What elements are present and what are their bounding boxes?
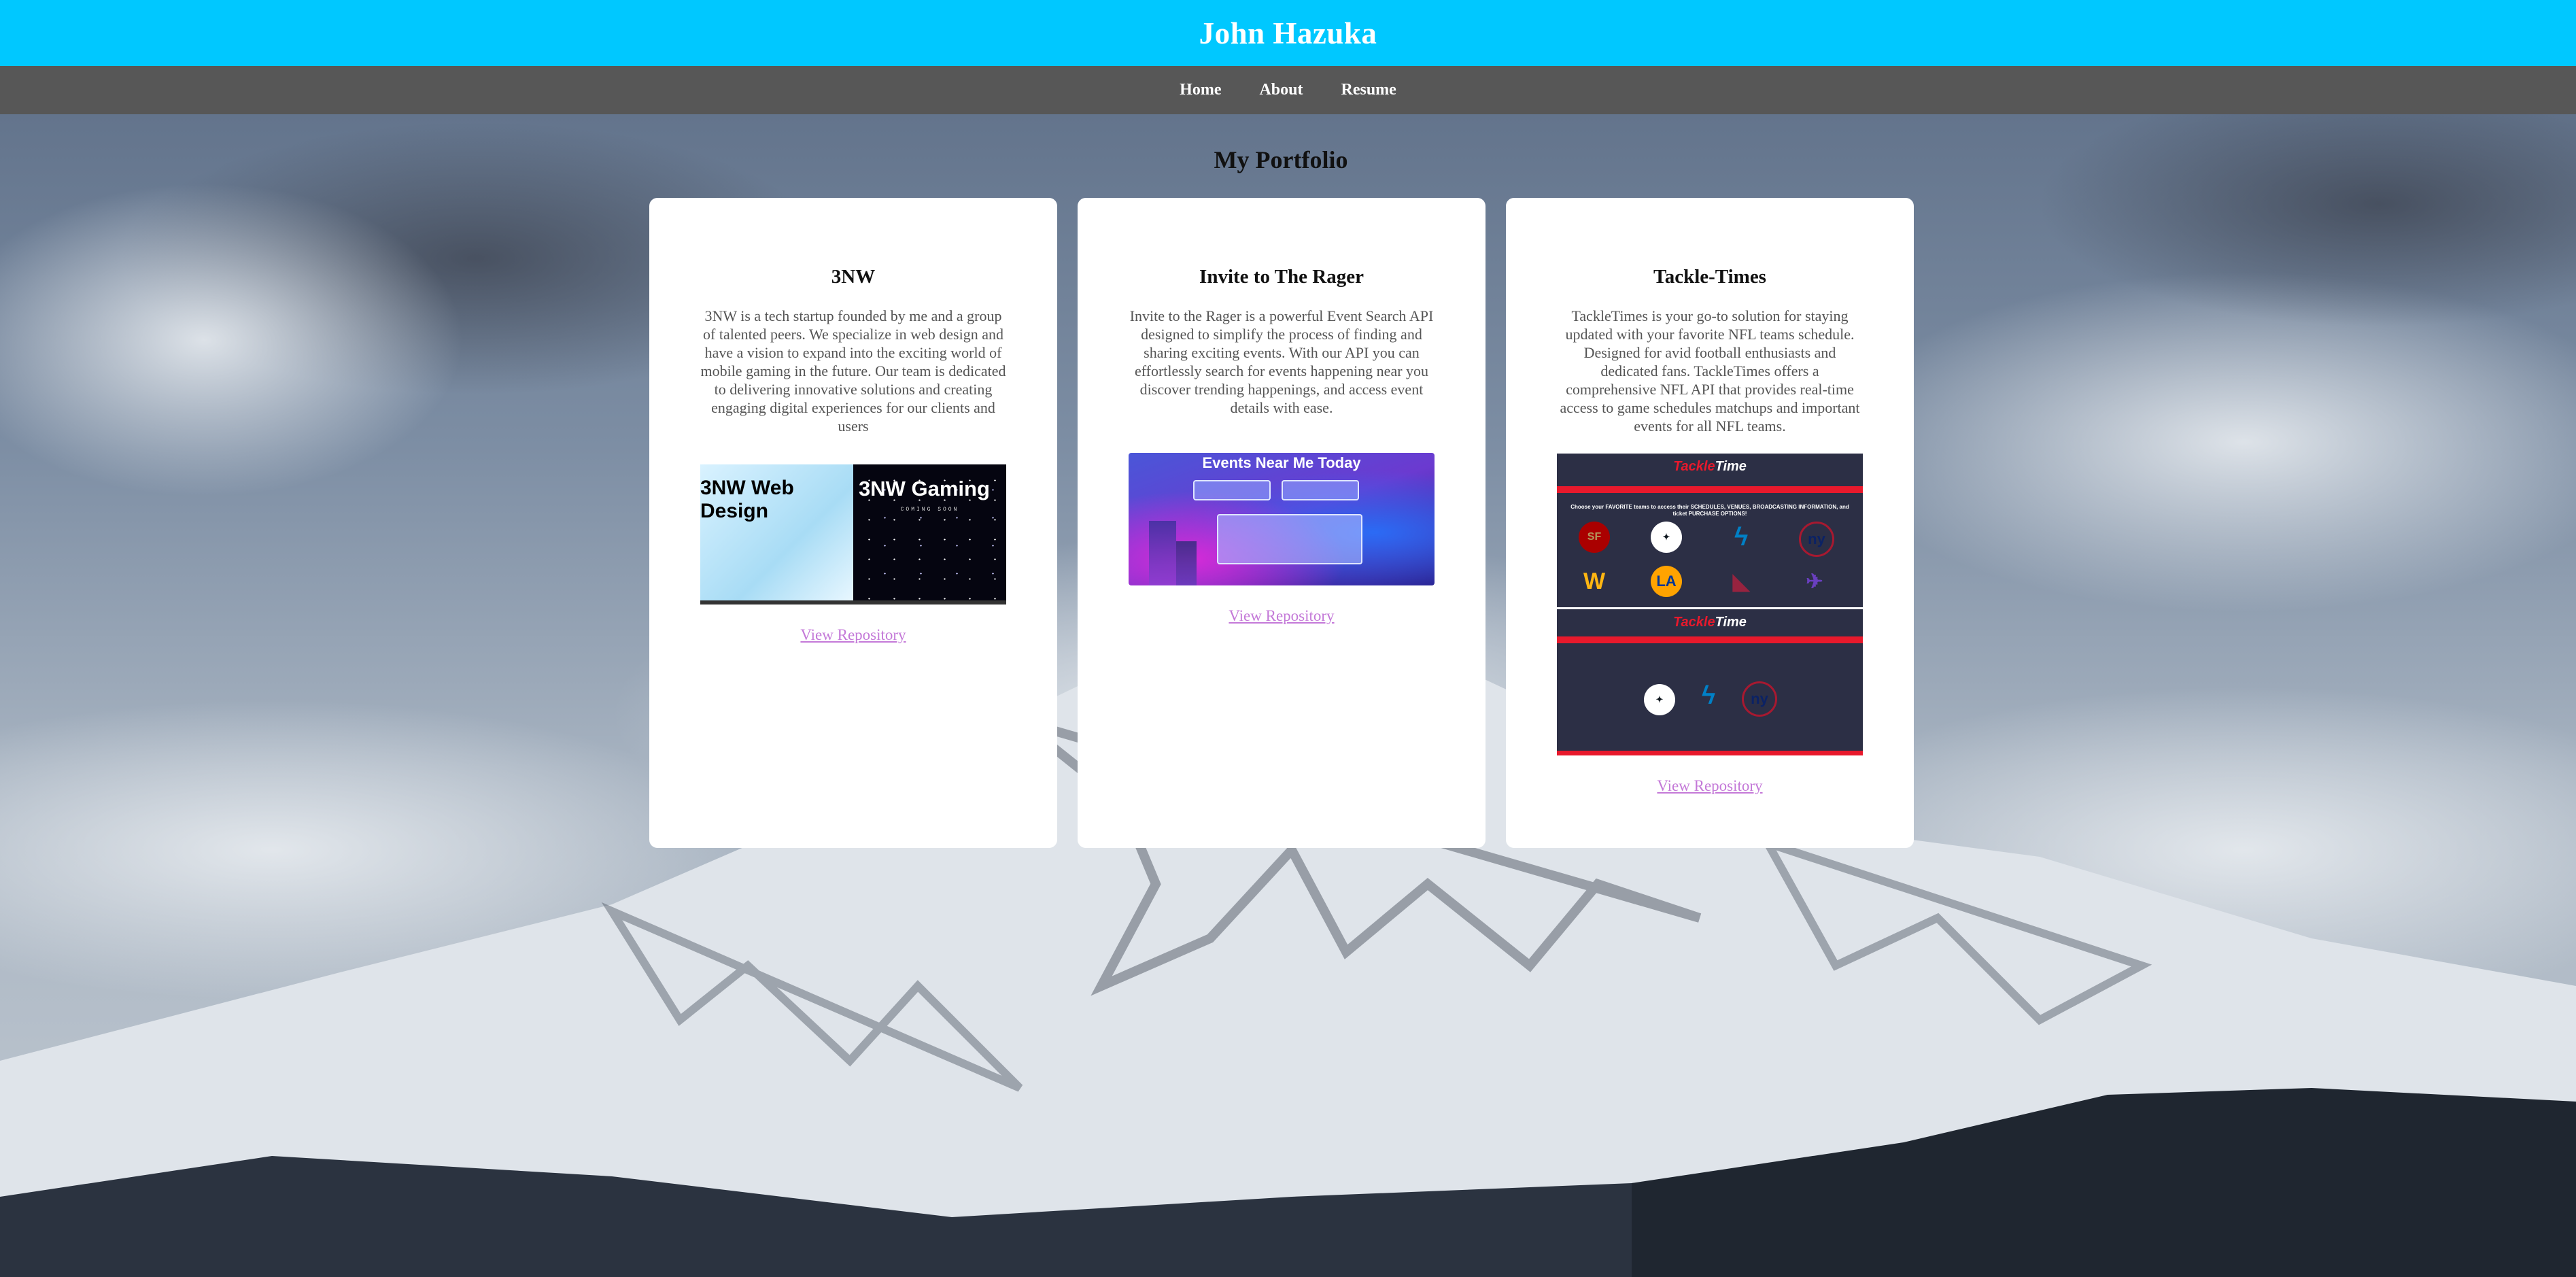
portfolio-title: My Portfolio [1214,146,1348,173]
project-screenshot-3nw: 3NW Web Design 3NW Gaming COMING SOON [700,464,1006,605]
team-chargers-icon: ϟ [1734,522,1749,551]
project-description: Invite to the Rager is a powerful Event … [1129,307,1434,416]
tackle-logo: TackleTime [1673,615,1747,630]
web-design-caption: 3NW Web Design [700,477,794,522]
tackle-screen-bottom: TackleTime ✦ ϟ ny [1557,607,1863,755]
project-title: Tackle-Times [1653,266,1766,288]
project-title: Invite to The Rager [1199,266,1364,288]
project-screenshot-rager: Events Near Me Today [1129,453,1435,585]
team-giants-icon: ny [1799,522,1834,557]
nav-about-link[interactable]: About [1240,81,1322,99]
rager-results-panel [1217,514,1362,564]
rager-heading: Events Near Me Today [1202,454,1361,471]
tackle-footer-bar [1557,751,1863,755]
rager-search-field [1193,480,1271,500]
project-card-tackle-times: Tackle-Times TackleTimes is your go-to s… [1506,198,1914,848]
project-title: 3NW [831,266,876,288]
project-screenshot-tackle-times: TackleTime Choose your FAVORITE teams to… [1557,454,1863,755]
tackle-instructions: Choose your FAVORITE teams to access the… [1570,504,1849,517]
nav-home-link[interactable]: Home [1161,81,1240,99]
rager-location-field [1282,480,1359,500]
view-repository-link-tackle-times[interactable]: View Repository [1506,777,1914,795]
project-description: TackleTimes is your go-to solution for s… [1560,307,1860,435]
team-steelers-icon: ✦ [1651,522,1682,553]
city-building-shape [1149,521,1176,585]
site-title: John Hazuka [1199,16,1377,50]
main-nav: Home About Resume [0,66,2576,114]
gaming-subcaption: COMING SOON [900,507,959,513]
team-giants-icon: ny [1742,681,1777,717]
team-steelers-icon: ✦ [1644,684,1675,715]
gaming-caption: 3NW Gaming [859,477,990,500]
team-ravens-icon: ✈ [1806,570,1823,593]
project-card-rager: Invite to The Rager Invite to the Rager … [1078,198,1486,848]
tackle-nav-bar [1557,486,1863,493]
city-building-shape [1176,541,1197,585]
project-description: 3NW is a tech startup founded by me and … [700,307,1006,435]
team-rams-icon: LA [1651,566,1682,597]
project-card-3nw: 3NW 3NW is a tech startup founded by me … [649,198,1057,848]
view-repository-link-rager[interactable]: View Repository [1078,607,1486,625]
web-design-preview: 3NW Web Design [700,464,853,600]
nav-resume-link[interactable]: Resume [1322,81,1415,99]
team-commanders-icon: W [1583,568,1606,594]
tackle-logo: TackleTime [1673,459,1747,474]
team-chargers-icon: ϟ [1701,681,1716,710]
team-49ers-icon: SF [1579,522,1610,553]
view-repository-link-3nw[interactable]: View Repository [649,626,1057,644]
tackle-nav-bar [1557,636,1863,643]
team-cardinals-icon: ◣ [1732,569,1750,594]
tackle-screen-top: TackleTime Choose your FAVORITE teams to… [1557,454,1863,605]
gaming-preview: 3NW Gaming COMING SOON [853,464,1006,600]
site-header: John Hazuka [0,0,2576,66]
